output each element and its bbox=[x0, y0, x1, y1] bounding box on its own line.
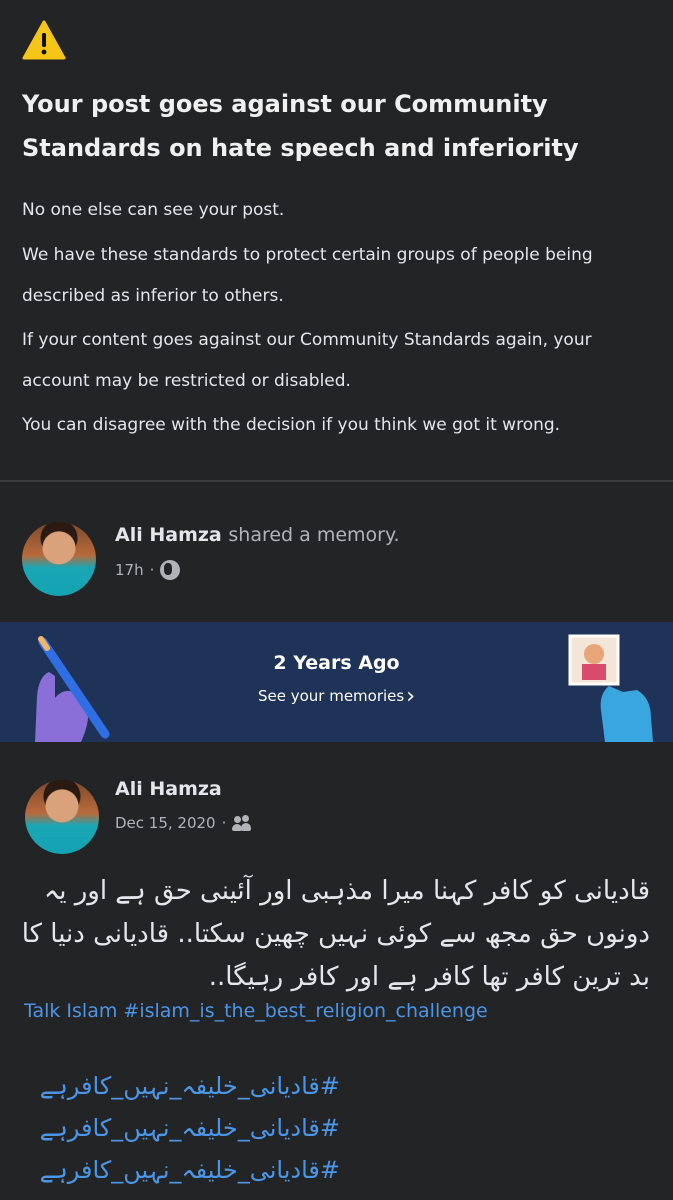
hashtag-link[interactable]: #قادیانی_خلیفہ_نہیں_کافرہے bbox=[20, 1156, 340, 1184]
friends-icon bbox=[232, 815, 252, 831]
post-date[interactable]: Dec 15, 2020 bbox=[115, 814, 216, 832]
post-author-line: Ali Hamza shared a memory. bbox=[115, 524, 400, 546]
post-urdu-text: قادیانی کو کافر کہنا میرا مذہبی اور آئین… bbox=[21, 876, 650, 992]
see-memories-label[interactable]: See your memories bbox=[258, 687, 404, 705]
original-post: Ali Hamza Dec 15, 2020 · قادیانی کو کافر… bbox=[0, 742, 673, 1200]
avatar[interactable] bbox=[25, 780, 99, 854]
post-time[interactable]: 17h bbox=[115, 561, 144, 579]
dot-separator: · bbox=[221, 814, 227, 832]
author-name[interactable]: Ali Hamza bbox=[115, 778, 222, 800]
globe-icon bbox=[160, 560, 181, 580]
notice-paragraph[interactable]: You can disagree with the decision if yo… bbox=[22, 405, 662, 446]
notice-paragraph: No one else can see your post. bbox=[22, 200, 285, 220]
notice-paragraph: We have these standards to protect certa… bbox=[22, 245, 593, 306]
dot-separator: · bbox=[149, 561, 155, 579]
chevron-right-icon: › bbox=[406, 684, 416, 709]
post-meta: 17h · bbox=[115, 560, 181, 580]
tags-line[interactable]: Talk Islam #islam_is_the_best_religion_c… bbox=[24, 1000, 488, 1022]
memory-banner[interactable]: 2 Years Ago See your memories› bbox=[0, 622, 673, 742]
hashtag-link[interactable]: #قادیانی_خلیفہ_نہیں_کافرہے bbox=[20, 1072, 340, 1100]
hashtag-link[interactable]: #قادیانی_خلیفہ_نہیں_کافرہے bbox=[20, 1114, 340, 1142]
post-action-text: shared a memory. bbox=[228, 524, 400, 546]
shared-memory-header: Ali Hamza shared a memory. 17h · bbox=[0, 482, 673, 622]
notice-title: Your post goes against our Community Sta… bbox=[22, 90, 579, 162]
author-name[interactable]: Ali Hamza bbox=[115, 524, 222, 546]
notice-paragraph: If your content goes against our Communi… bbox=[22, 330, 592, 391]
community-standards-notice: Your post goes against our Community Sta… bbox=[0, 0, 673, 480]
post-meta: Dec 15, 2020 · bbox=[115, 814, 252, 832]
avatar[interactable] bbox=[22, 522, 96, 596]
warning-icon bbox=[22, 20, 66, 60]
hand-with-photo-icon bbox=[568, 634, 653, 742]
